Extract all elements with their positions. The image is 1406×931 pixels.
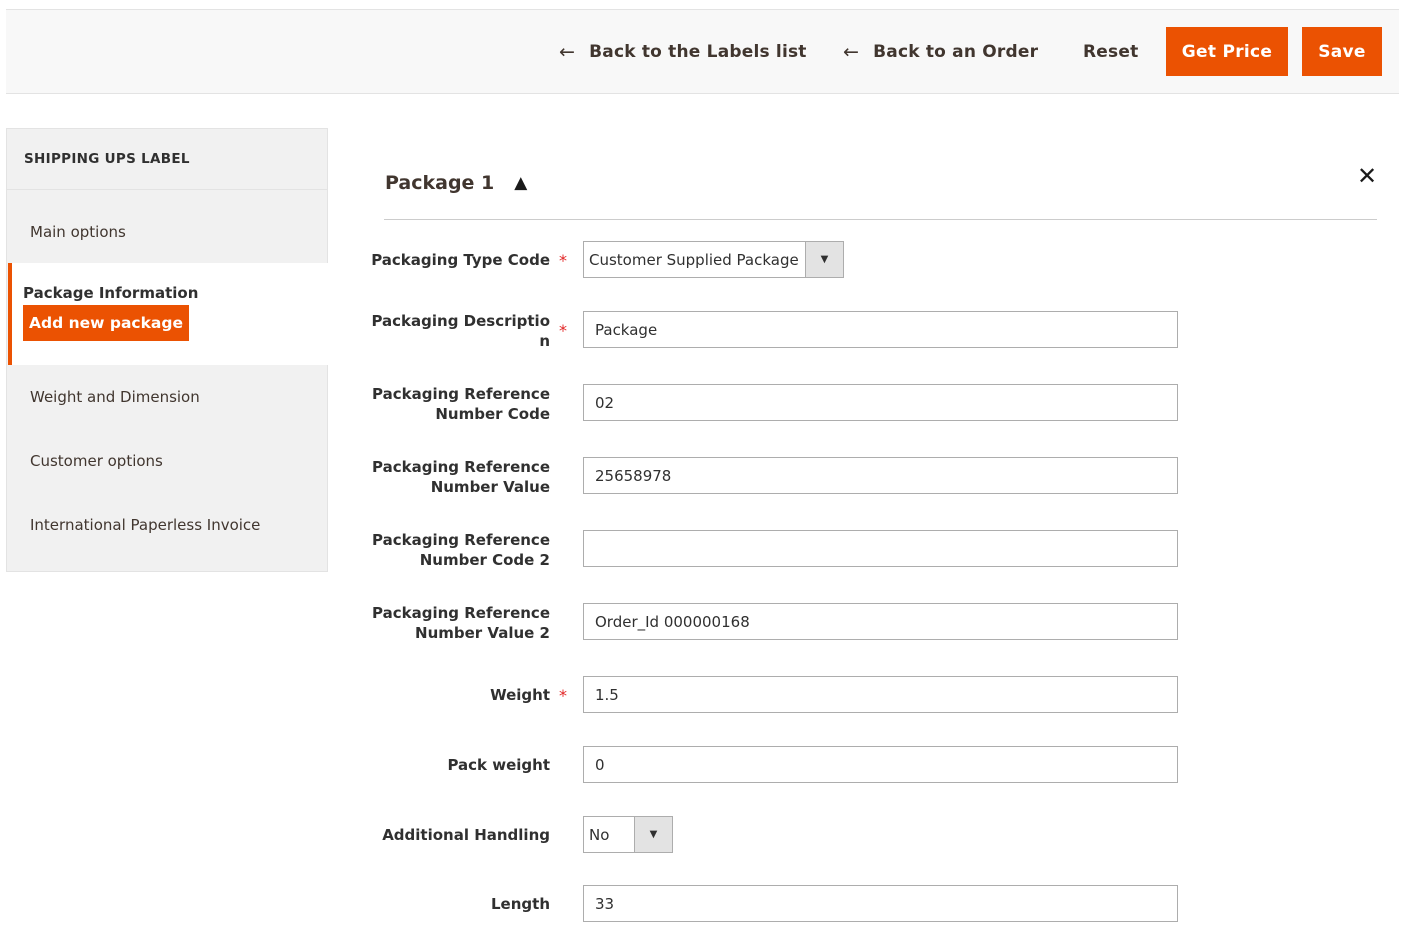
label-line: n: [539, 332, 550, 350]
divider: [7, 189, 327, 190]
packaging-description-input[interactable]: Package: [583, 311, 1178, 348]
label-line: Number Value 2: [415, 624, 550, 642]
label-line: Number Code: [435, 405, 550, 423]
required-asterisk: *: [559, 686, 567, 705]
field-label: Additional Handling: [382, 826, 550, 844]
required-asterisk: *: [559, 321, 567, 340]
arrow-left-icon: ←: [559, 40, 576, 63]
chevron-down-icon: ▼: [805, 242, 843, 277]
back-to-labels-label: Back to the Labels list: [589, 41, 807, 62]
field-label: Packaging Descriptio n: [350, 311, 550, 351]
collapse-triangle-icon: ▲: [514, 173, 528, 193]
field-label: Weight: [490, 686, 550, 704]
label-line: Packaging Reference: [372, 385, 550, 403]
sidebar-item-paperless-invoice[interactable]: International Paperless Invoice: [30, 516, 260, 534]
field-label: Packaging Reference Number Value: [350, 457, 550, 497]
arrow-left-icon: ←: [843, 40, 860, 63]
field-label: Pack weight: [447, 756, 550, 774]
back-to-order-link[interactable]: ← Back to an Order: [843, 10, 1038, 93]
page-actions-toolbar: ← Back to the Labels list ← Back to an O…: [6, 9, 1399, 94]
get-price-button[interactable]: Get Price: [1166, 27, 1288, 76]
label-line: Packaging Descriptio: [371, 312, 550, 330]
remove-package-close-icon[interactable]: ✕: [1357, 162, 1377, 190]
sidebar-title: SHIPPING UPS LABEL: [24, 151, 190, 167]
ref-number-value-input[interactable]: 25658978: [583, 457, 1178, 494]
packaging-type-select[interactable]: Customer Supplied Package ▼: [583, 241, 844, 278]
reset-label: Reset: [1083, 41, 1139, 62]
label-line: Packaging Reference: [372, 458, 550, 476]
pack-weight-input[interactable]: 0: [583, 746, 1178, 783]
package-title: Package 1: [385, 172, 495, 194]
sidebar-item-weight-dimension[interactable]: Weight and Dimension: [30, 388, 200, 406]
back-to-order-label: Back to an Order: [873, 41, 1039, 62]
label-line: Packaging Reference: [372, 604, 550, 622]
field-label: Packaging Type Code: [371, 251, 550, 269]
chevron-down-icon: ▼: [634, 817, 672, 852]
field-label: Length: [491, 895, 550, 913]
divider: [384, 219, 1377, 220]
required-asterisk: *: [559, 251, 567, 270]
additional-handling-select[interactable]: No ▼: [583, 816, 673, 853]
sidebar-item-package-information[interactable]: Package Information Add new package: [8, 263, 328, 365]
length-input[interactable]: 33: [583, 885, 1178, 922]
ref-number-value-2-input[interactable]: Order_Id 000000168: [583, 603, 1178, 640]
back-to-labels-link[interactable]: ← Back to the Labels list: [559, 10, 807, 93]
select-value: No: [589, 825, 610, 844]
field-label: Packaging Reference Number Code 2: [350, 530, 550, 570]
ref-number-code-input[interactable]: 02: [583, 384, 1178, 421]
select-value: Customer Supplied Package: [589, 250, 799, 269]
add-new-package-button[interactable]: Add new package: [23, 305, 189, 341]
reset-button[interactable]: Reset: [1083, 10, 1138, 93]
weight-input[interactable]: 1.5: [583, 676, 1178, 713]
field-label: Packaging Reference Number Value 2: [350, 603, 550, 643]
sidebar-item-label: Package Information: [23, 284, 199, 302]
sidebar-item-customer-options[interactable]: Customer options: [30, 452, 163, 470]
ref-number-code-2-input[interactable]: [583, 530, 1178, 567]
field-label: Packaging Reference Number Code: [350, 384, 550, 424]
label-line: Number Value: [430, 478, 550, 496]
package-collapse-toggle[interactable]: Package 1 ▲: [385, 172, 527, 194]
label-line: Number Code 2: [419, 551, 550, 569]
sidebar-item-main-options[interactable]: Main options: [30, 223, 126, 241]
save-button[interactable]: Save: [1302, 27, 1382, 76]
label-line: Packaging Reference: [372, 531, 550, 549]
